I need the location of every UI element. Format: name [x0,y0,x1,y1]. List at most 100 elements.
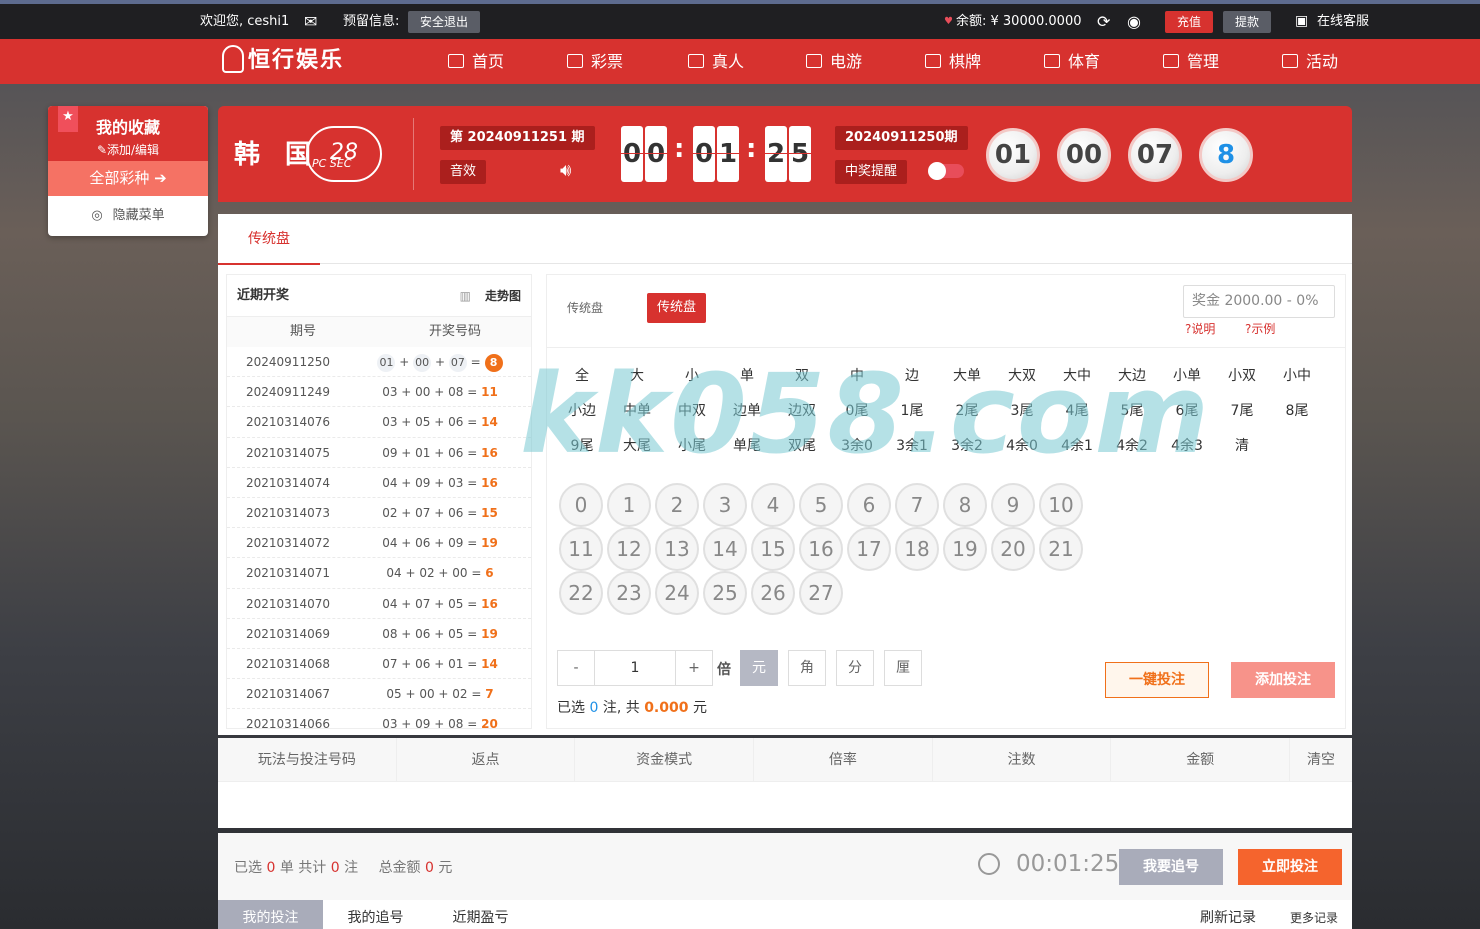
bet-option[interactable]: 4余1 [1052,435,1102,455]
bet-option[interactable]: 大双 [997,365,1047,385]
nav-lottery[interactable]: 彩票 [567,39,623,84]
bet-option[interactable]: 4余0 [997,435,1047,455]
bet-option[interactable]: 3尾 [997,400,1047,420]
add-bet-button[interactable]: 添加投注 [1231,662,1335,698]
bet-option[interactable]: 大尾 [612,435,662,455]
number-ball[interactable]: 14 [703,527,747,571]
bet-option[interactable]: 5尾 [1107,400,1157,420]
number-ball[interactable]: 23 [607,571,651,615]
number-ball[interactable]: 5 [799,483,843,527]
bet-option[interactable]: 大单 [942,365,992,385]
multiple-input[interactable]: 1 [594,650,676,686]
nav-sports[interactable]: 体育 [1044,39,1100,84]
bet-option[interactable]: 3余0 [832,435,882,455]
bet-option[interactable]: 小尾 [667,435,717,455]
bet-option[interactable]: 4余3 [1162,435,1212,455]
bet-option[interactable]: 6尾 [1162,400,1212,420]
chase-button[interactable]: 我要追号 [1119,849,1223,885]
bet-option[interactable]: 小双 [1217,365,1267,385]
bet-option[interactable]: 4尾 [1052,400,1102,420]
chat-icon[interactable]: ▣ [1295,4,1308,39]
nav-home[interactable]: 首页 [448,39,504,84]
bet-option[interactable]: 大中 [1052,365,1102,385]
number-ball[interactable]: 9 [991,483,1035,527]
bet-option[interactable]: 双尾 [777,435,827,455]
number-ball[interactable]: 4 [751,483,795,527]
bet-option[interactable]: 0尾 [832,400,882,420]
prize-select[interactable]: 奖金 2000.00 - 0% [1183,285,1335,318]
multiple-plus-button[interactable]: + [675,650,713,686]
multiple-minus-button[interactable]: - [557,650,595,686]
trend-link[interactable]: ▥ 走势图 [460,275,521,317]
number-ball[interactable]: 11 [559,527,603,571]
unit-fen[interactable]: 分 [836,650,874,686]
number-ball[interactable]: 0 [559,483,603,527]
service-link[interactable]: 在线客服 [1317,4,1369,39]
number-ball[interactable]: 25 [703,571,747,615]
bet-option[interactable]: 3余1 [887,435,937,455]
bet-option[interactable]: 小 [667,365,717,385]
number-ball[interactable]: 19 [943,527,987,571]
number-ball[interactable]: 17 [847,527,891,571]
bet-option[interactable]: 大边 [1107,365,1157,385]
bet-option[interactable]: 小边 [557,400,607,420]
number-ball[interactable]: 10 [1039,483,1083,527]
number-ball[interactable]: 1 [607,483,651,527]
withdraw-button[interactable]: 提款 [1223,11,1272,33]
tab-recent-win[interactable]: 近期盈亏 [428,900,533,929]
speaker-icon[interactable]: 🔊︎ [560,160,571,181]
bet-option[interactable]: 中双 [667,400,717,420]
one-key-bet-button[interactable]: 一键投注 [1105,662,1209,698]
example-link[interactable]: ?示例 [1245,320,1275,337]
bet-option[interactable]: 大 [612,365,662,385]
nav-manage[interactable]: 管理 [1163,39,1219,84]
play-type-button[interactable]: 传统盘 [647,293,707,323]
bet-option[interactable]: 7尾 [1217,400,1267,420]
site-logo[interactable]: 恒行娱乐 [222,45,344,77]
all-lotteries-button[interactable]: 全部彩种 ➔ [48,161,208,196]
bet-option[interactable]: 3余2 [942,435,992,455]
bet-option[interactable]: 2尾 [942,400,992,420]
nav-slots[interactable]: 电游 [806,39,862,84]
nav-chess[interactable]: 棋牌 [925,39,981,84]
number-ball[interactable]: 27 [799,571,843,615]
clear-button[interactable]: 清空 [1290,738,1352,781]
number-ball[interactable]: 20 [991,527,1035,571]
tab-traditional[interactable]: 传统盘 [218,214,320,265]
recharge-button[interactable]: 充值 [1165,11,1214,33]
number-ball[interactable]: 16 [799,527,843,571]
number-ball[interactable]: 3 [703,483,747,527]
bet-option[interactable]: 中 [832,365,882,385]
bet-option[interactable]: 清 [1217,435,1267,455]
bet-option[interactable]: 9尾 [557,435,607,455]
number-ball[interactable]: 6 [847,483,891,527]
help-link[interactable]: ?说明 [1185,320,1215,337]
win-remind-toggle[interactable] [928,162,964,180]
bet-option[interactable]: 边单 [722,400,772,420]
bet-option[interactable]: 4余2 [1107,435,1157,455]
bet-option[interactable]: 边双 [777,400,827,420]
number-ball[interactable]: 13 [655,527,699,571]
eye-icon[interactable]: ◉ [1127,4,1141,39]
number-ball[interactable]: 22 [559,571,603,615]
number-ball[interactable]: 21 [1039,527,1083,571]
bet-option[interactable]: 中单 [612,400,662,420]
unit-jiao[interactable]: 角 [788,650,826,686]
number-ball[interactable]: 15 [751,527,795,571]
bet-now-button[interactable]: 立即投注 [1238,849,1342,885]
bet-option[interactable]: 单尾 [722,435,772,455]
refresh-records-link[interactable]: 刷新记录 [1198,900,1258,929]
favorites-edit-link[interactable]: ✎添加/编辑 [48,141,208,158]
nav-live[interactable]: 真人 [688,39,744,84]
number-ball[interactable]: 12 [607,527,651,571]
bet-option[interactable]: 小单 [1162,365,1212,385]
bet-option[interactable]: 双 [777,365,827,385]
bet-option[interactable]: 边 [887,365,937,385]
hide-menu-button[interactable]: ◎ 隐藏菜单 [48,196,208,236]
bet-option[interactable]: 全 [557,365,607,385]
more-records-link[interactable]: 更多记录 [1284,900,1344,929]
mail-icon[interactable]: ✉ [304,4,317,39]
number-ball[interactable]: 7 [895,483,939,527]
logout-button[interactable]: 安全退出 [408,11,481,33]
bet-option[interactable]: 单 [722,365,772,385]
